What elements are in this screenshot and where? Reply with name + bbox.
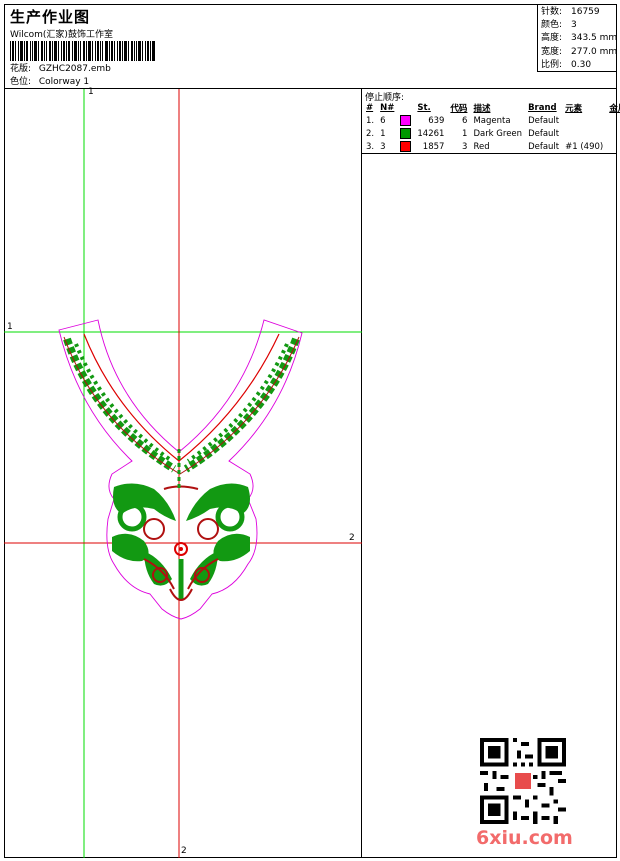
stats-box: 针数: 16759 颜色: 3 高度: 343.5 mm 宽度: 277.0 mm 比例… xyxy=(537,4,617,72)
header: 生产作业图 Wilcom(汇家)鼓饰工作室 花版: GZHC2087.emb 色… xyxy=(4,4,617,89)
stop-sequence-table: # N# St. 代码 描述 Brand 元素 金片线 1. 6 639 6 M… xyxy=(363,101,620,153)
stat-scale: 比例: 0.30 xyxy=(541,59,592,70)
table-row: 2. 1 14261 1 Dark Green Default xyxy=(366,128,560,139)
colorway-value: Colorway 1 xyxy=(38,77,90,87)
embroidery-design xyxy=(4,89,362,858)
colorway-row: 色位: Colorway 1 xyxy=(10,74,89,87)
col-code: 代码 xyxy=(450,103,468,114)
colorway-label: 色位: xyxy=(10,77,32,87)
stop-sequence-panel: 停止顺序: # N# St. 代码 描述 Brand 元素 金片线 1. 6 6… xyxy=(362,89,620,154)
design-file: GZHC2087.emb xyxy=(38,64,111,74)
color-swatch xyxy=(400,115,412,126)
neckline-red-line xyxy=(83,333,280,462)
design-preview: 1 1 2 2 xyxy=(4,87,362,858)
design-label: 花版: xyxy=(10,64,32,74)
qr-code xyxy=(480,738,566,824)
table-row: 3. 3 1857 3 Red Default #1 (490) xyxy=(366,141,604,152)
watermark: 6xiu.com xyxy=(476,827,573,849)
color-swatch xyxy=(400,141,412,152)
table-header-row: # N# St. 代码 描述 Brand 元素 金片线 xyxy=(363,101,620,114)
color-swatch xyxy=(400,128,412,139)
stat-colors: 颜色: 3 xyxy=(541,20,577,31)
neckline-dots-left xyxy=(74,343,174,463)
page-title: 生产作业图 xyxy=(10,8,91,26)
col-desc: 描述 xyxy=(473,103,491,114)
col-needle: N# xyxy=(380,102,395,113)
axis-label-v1: 1 xyxy=(88,87,94,97)
col-index: # xyxy=(366,102,374,113)
axis-label-h1: 1 xyxy=(7,322,13,332)
axis-label-v2: 2 xyxy=(181,846,187,856)
col-sequin: 金片线 xyxy=(609,103,620,114)
company-name: Wilcom(汇家)鼓饰工作室 xyxy=(10,30,113,40)
col-stitches: St. xyxy=(417,102,431,113)
col-element: 元素 xyxy=(565,103,583,114)
table-row: 1. 6 639 6 Magenta Default xyxy=(366,115,560,126)
stat-height: 高度: 343.5 mm xyxy=(541,33,618,44)
axis-label-h2: 2 xyxy=(349,533,355,543)
pendant-ornament xyxy=(112,449,250,601)
col-brand: Brand xyxy=(528,102,557,113)
stat-stitches: 针数: 16759 xyxy=(541,7,600,17)
stat-width: 宽度: 277.0 mm xyxy=(541,46,618,57)
barcode xyxy=(10,41,155,61)
design-file-row: 花版: GZHC2087.emb xyxy=(10,61,111,74)
